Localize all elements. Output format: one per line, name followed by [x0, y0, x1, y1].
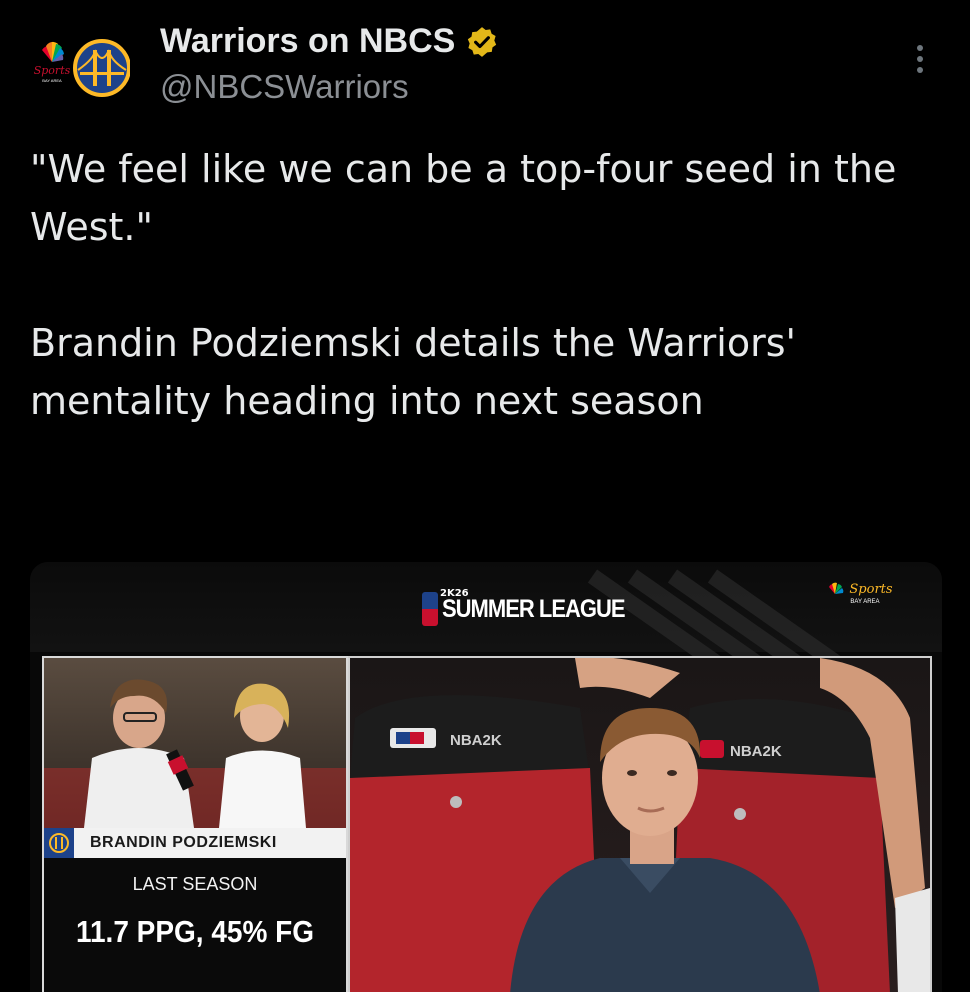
interview-inset: BRANDIN PODZIEMSKI LAST SEASON 11.7 PPG,… — [42, 656, 348, 992]
main-video-frame: NBA2K NBA2K — [348, 656, 932, 992]
nbc-peacock-icon — [42, 41, 64, 62]
broadcast-banner: 2K26 SUMMER LEAGUE Sports BAY AREA — [30, 562, 942, 675]
avatar[interactable]: Sports BAY AREA — [30, 20, 131, 116]
lower-third: BRANDIN PODZIEMSKI LAST SEASON 11.7 PPG,… — [44, 828, 346, 992]
player-name: BRANDIN PODZIEMSKI — [90, 834, 277, 851]
summer-league-logo: 2K26 SUMMER LEAGUE — [422, 588, 626, 626]
svg-text:BAY AREA: BAY AREA — [42, 78, 62, 83]
stat-value: 11.7 PPG, 45% FG — [75, 914, 315, 949]
svg-text:Sports: Sports — [849, 582, 892, 597]
warriors-logo-icon — [73, 39, 131, 97]
user-handle[interactable]: @NBCSWarriors — [160, 68, 409, 106]
display-name[interactable]: Warriors on NBCS — [160, 22, 455, 61]
svg-text:BAY AREA: BAY AREA — [850, 599, 879, 605]
player-name-bar: BRANDIN PODZIEMSKI — [44, 828, 346, 858]
svg-text:Sports: Sports — [34, 64, 71, 77]
verified-badge-icon — [468, 26, 497, 57]
name-row: Warriors on NBCS — [160, 22, 499, 61]
more-options-icon[interactable] — [905, 40, 935, 80]
interview-scene — [44, 658, 346, 828]
tweet-text: "We feel like we can be a top-four seed … — [30, 140, 930, 430]
nba-logo-icon — [422, 592, 438, 626]
stat-label: LAST SEASON — [132, 874, 258, 894]
seat-brand-right: NBA2K — [730, 743, 782, 760]
tweet-body: Brandin Podziemski details the Warriors'… — [30, 321, 796, 423]
tweet-quote: "We feel like we can be a top-four seed … — [30, 147, 897, 249]
warriors-small-logo-icon — [44, 828, 74, 858]
seat-brand-left: NBA2K — [450, 732, 502, 749]
tweet-header: Sports BAY AREA Warriors on NBCS @NBCSWa… — [0, 0, 970, 130]
video-media[interactable]: 2K26 SUMMER LEAGUE Sports BAY AREA BRAND… — [30, 562, 942, 992]
event-logo-text: SUMMER LEAGUE — [442, 594, 626, 623]
nbc-peacock-small-icon — [829, 582, 844, 594]
network-logo: Sports BAY AREA — [825, 578, 905, 612]
